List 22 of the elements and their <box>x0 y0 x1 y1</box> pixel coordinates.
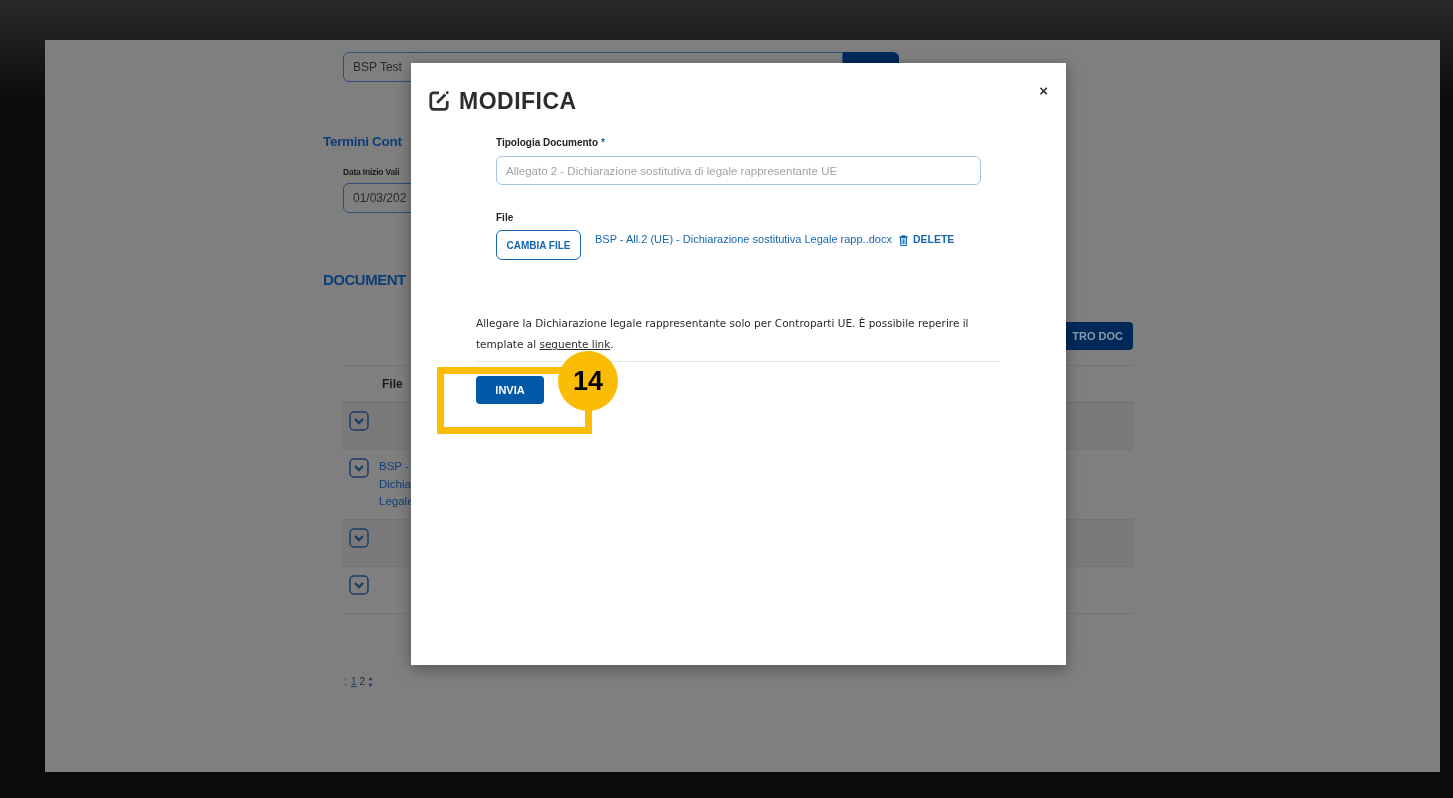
expand-icon[interactable] <box>349 574 369 595</box>
field-label: Data Inizio Vali <box>343 167 400 177</box>
expand-icon[interactable] <box>349 527 369 548</box>
section-heading: DOCUMENT <box>323 271 406 288</box>
section-title: Termini Cont <box>323 134 402 149</box>
dialog-title: MODIFICA <box>459 87 577 115</box>
expand-icon[interactable] <box>349 411 369 431</box>
page-link[interactable]: 2 <box>359 676 366 687</box>
edit-icon <box>428 90 450 112</box>
note-text: Allegare la Dichiarazione legale rappresentante solo per Controparti UE. È possibile reperire il template al seguente link. <box>476 316 970 352</box>
trash-icon[interactable] <box>898 235 908 246</box>
next-page-icon[interactable] <box>368 675 374 688</box>
expand-icon[interactable] <box>349 458 369 478</box>
change-file-button[interactable]: CAMBIA FILE <box>496 230 581 260</box>
field-label: Tipologia Documento <box>496 137 599 148</box>
delete-button[interactable]: DELETE <box>912 233 955 245</box>
column-header: File <box>382 377 403 391</box>
close-button[interactable]: × <box>1039 81 1048 99</box>
file-link[interactable]: BSP - All.2 (UE) - Dichiarazione sostitutiva Legale rapp..docx <box>595 233 892 245</box>
submit-button[interactable]: INVIA <box>476 376 544 404</box>
required-mark: * <box>601 137 605 148</box>
field-label: File <box>496 212 515 223</box>
